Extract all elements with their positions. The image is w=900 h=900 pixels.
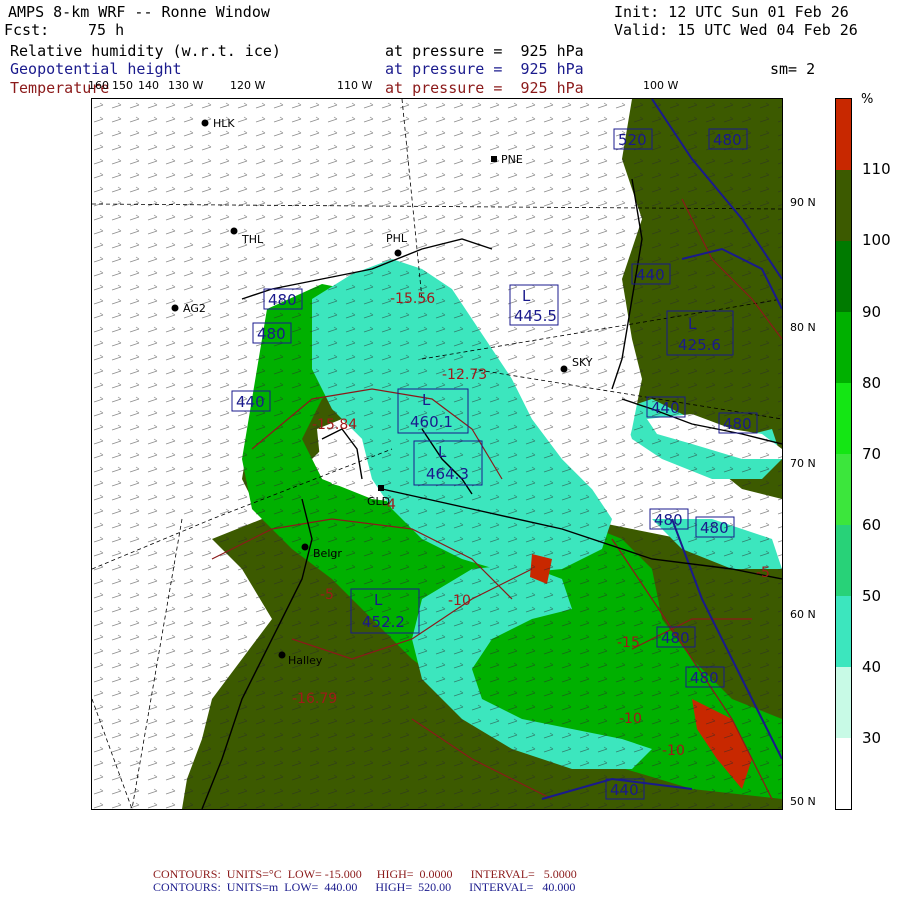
colorbar-tick: 40 xyxy=(862,658,882,676)
field-2-level: at pressure = 925 hPa xyxy=(385,60,584,78)
center-type: L xyxy=(438,443,447,461)
smoothing-label: sm= 2 xyxy=(770,60,816,78)
field-1-name: Relative humidity (w.r.t. ice) xyxy=(10,42,281,60)
station-ag2: AG2 xyxy=(183,302,206,315)
valid-time: Valid: 15 UTC Wed 04 Feb 26 xyxy=(614,21,858,39)
product-title: AMPS 8-km WRF -- Ronne Window xyxy=(8,3,270,21)
lat-label: 90 N xyxy=(790,196,816,209)
height-label: 440 xyxy=(636,266,665,284)
center-value: 445.5 xyxy=(514,307,557,325)
colorbar-tick: 110 xyxy=(862,160,891,178)
center-type: L xyxy=(522,287,531,305)
temp-label: -5 xyxy=(320,587,334,603)
lon-label: 160 xyxy=(88,79,109,92)
center-value: 452.2 xyxy=(362,613,405,631)
footer-height: CONTOURS: UNITS=m LOW= 440.00 HIGH= 520.… xyxy=(153,880,576,894)
lon-label: 110 W xyxy=(337,79,373,92)
center-type: L xyxy=(422,391,431,409)
colorbar-segment xyxy=(836,312,851,383)
colorbar-segment xyxy=(836,667,851,738)
lon-label: 120 W xyxy=(230,79,266,92)
station-halley: Halley xyxy=(288,654,323,667)
wind-vectors xyxy=(92,99,782,809)
colorbar-segment xyxy=(836,596,851,667)
colorbar-segment xyxy=(836,241,851,312)
height-label: 480 xyxy=(700,519,729,537)
init-time: Init: 12 UTC Sun 01 Feb 26 xyxy=(614,3,849,21)
map-canvas: 480 520 480 440 480 440 480 480 440 480 … xyxy=(92,99,782,809)
station-phl: PHL xyxy=(386,232,408,245)
center-type: L xyxy=(374,591,383,609)
station-gld: GLD xyxy=(367,495,390,508)
lon-label: 100 W xyxy=(643,79,679,92)
height-label: 480 xyxy=(690,669,719,687)
station-sky: SKY xyxy=(572,356,593,369)
height-label: 480 xyxy=(713,131,742,149)
center-value: 425.6 xyxy=(678,336,721,354)
temp-label: -5 xyxy=(756,565,770,581)
station-pne: PNE xyxy=(501,153,523,166)
temp-label: -15 xyxy=(617,635,640,651)
lat-label: 60 N xyxy=(790,608,816,621)
forecast-label: Fcst: xyxy=(4,21,50,39)
center-value: 460.1 xyxy=(410,413,453,431)
colorbar-tick: 90 xyxy=(862,303,882,321)
lon-label: 150 xyxy=(112,79,133,92)
height-label: 480 xyxy=(654,511,683,529)
temp-label: -16.79 xyxy=(292,691,337,707)
lat-label: 50 N xyxy=(790,795,816,808)
colorbar-tick: 80 xyxy=(862,374,882,392)
station-belgr: Belgr xyxy=(313,547,342,560)
temp-label: -10 xyxy=(619,711,642,727)
height-label: 480 xyxy=(723,415,752,433)
temp-label: -12.73 xyxy=(442,367,487,383)
height-label: 440 xyxy=(651,399,680,417)
colorbar-tick: 100 xyxy=(862,231,891,249)
field-1-level: at pressure = 925 hPa xyxy=(385,42,584,60)
height-label: 520 xyxy=(618,131,647,149)
colorbar xyxy=(835,98,852,810)
colorbar-segment xyxy=(836,383,851,454)
station-thl: THL xyxy=(241,233,264,246)
temp-label: -10 xyxy=(662,743,685,759)
lat-label: 80 N xyxy=(790,321,816,334)
temp-label: -10 xyxy=(448,593,471,609)
height-label: 440 xyxy=(610,781,639,799)
colorbar-tick: 60 xyxy=(862,516,882,534)
height-label: 480 xyxy=(268,291,297,309)
field-3-level: at pressure = 925 hPa xyxy=(385,79,584,97)
center-value: 464.3 xyxy=(426,465,469,483)
height-label: 440 xyxy=(236,393,265,411)
lon-label: 140 xyxy=(138,79,159,92)
lat-label: 70 N xyxy=(790,457,816,470)
colorbar-segment xyxy=(836,99,851,170)
colorbar-segment xyxy=(836,738,851,809)
colorbar-tick: 70 xyxy=(862,445,882,463)
height-label: 480 xyxy=(257,325,286,343)
field-2-name: Geopotential height xyxy=(10,60,182,78)
height-label: 480 xyxy=(661,629,690,647)
colorbar-segment xyxy=(836,525,851,596)
colorbar-tick: 50 xyxy=(862,587,882,605)
colorbar-segment xyxy=(836,170,851,241)
station-hlk: HLK xyxy=(213,117,235,130)
colorbar-segment xyxy=(836,454,851,525)
temp-label: -15.84 xyxy=(312,417,357,433)
map-panel: 480 520 480 440 480 440 480 480 440 480 … xyxy=(91,98,783,810)
forecast-hour: 75 h xyxy=(88,21,125,39)
temp-label: -15.56 xyxy=(390,291,435,307)
lon-label: 130 W xyxy=(168,79,204,92)
center-type: L xyxy=(688,315,697,333)
colorbar-unit: % xyxy=(861,92,874,107)
colorbar-tick: 30 xyxy=(862,729,882,747)
